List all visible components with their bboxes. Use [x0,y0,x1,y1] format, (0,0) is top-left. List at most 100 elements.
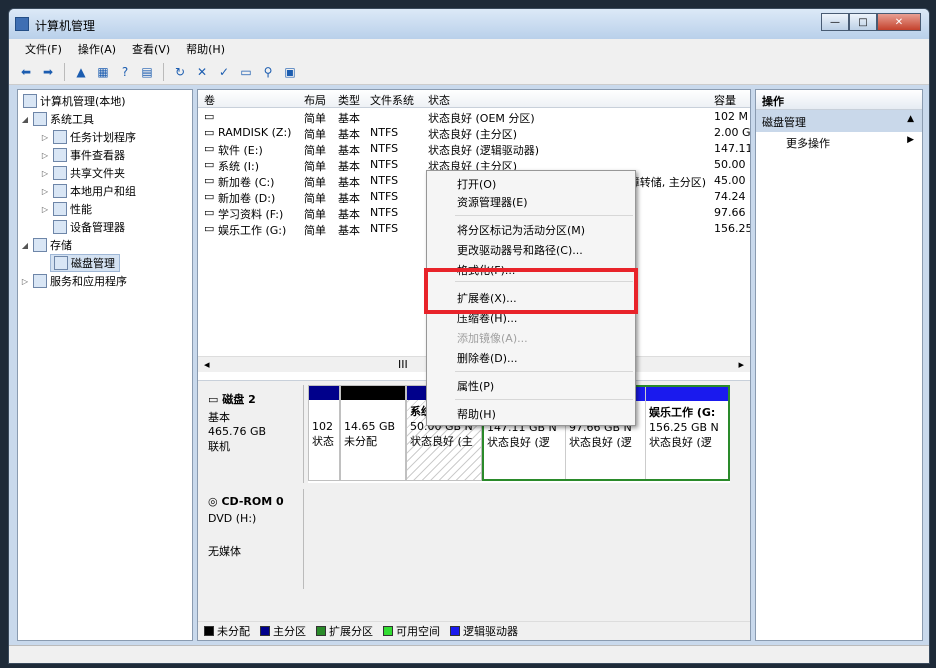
tools-icon [33,112,47,126]
users-icon [53,184,67,198]
actions-pane: 操作 磁盘管理 ▲ 更多操作 ▶ [755,89,923,641]
scroll-thumb[interactable]: III [398,358,408,371]
menu-file[interactable]: 文件(F) [17,41,70,57]
clock-icon [53,130,67,144]
cdrom-icon: ◎ [208,495,222,508]
navigation-tree: 计算机管理(本地) ◢ 系统工具 ▷ 任务计划程序 ▷ 事件查看器 ▷ 共享文件夹 ▷ 本… [17,89,193,641]
show-hide-tree-icon[interactable]: ▦ [94,63,112,81]
partition-oem[interactable]: 102 状态 [308,385,340,481]
drive-icon: ▭ [204,206,215,219]
legend-item: 未分配 [204,623,250,639]
drive-icon: ▭ [204,174,215,187]
menu-change-drive-letter[interactable]: 更改驱动器号和路径(C)... [457,241,583,259]
tree-item-local-users[interactable]: ▷ 本地用户和组 [40,182,136,200]
scroll-left-icon[interactable]: ◂ [204,358,210,371]
tree-item-storage[interactable]: ◢ 存储 [20,236,72,254]
drive-icon: ▭ [204,222,215,235]
status-bar [9,645,929,663]
minimize-button[interactable]: — [821,13,849,31]
expand-arrow-icon[interactable]: ▷ [40,187,50,196]
device-manager-icon [53,220,67,234]
legend-item: 可用空间 [383,623,440,639]
search-icon[interactable]: ⚲ [259,63,277,81]
delete-icon[interactable]: ✕ [193,63,211,81]
partition-unallocated[interactable]: 14.65 GB 未分配 [340,385,406,481]
menu-delete-volume[interactable]: 删除卷(D)... [457,349,518,367]
forward-arrow-icon[interactable]: ➡ [39,63,57,81]
more-actions[interactable]: 更多操作 ▶ [756,132,922,152]
performance-icon [53,202,67,216]
menu-view[interactable]: 查看(V) [124,41,178,57]
col-filesystem[interactable]: 文件系统 [370,92,414,108]
maximize-button[interactable]: □ [849,13,877,31]
toolbar: ⬅ ➡ ▲ ▦ ? ▤ ↻ ✕ ✓ ▭ ⚲ ▣ [9,59,929,85]
col-volume[interactable]: 卷 [204,92,215,108]
drive-icon: ▭ [204,158,215,171]
scroll-right-icon[interactable]: ▸ [738,358,744,371]
tree-item-system-tools[interactable]: ◢ 系统工具 [20,110,94,128]
menu-help[interactable]: 帮助(H) [178,41,233,57]
show-action-pane-icon[interactable]: ▤ [138,63,156,81]
expand-arrow-icon[interactable]: ▷ [40,205,50,214]
legend-item: 逻辑驱动器 [450,623,518,639]
table-row[interactable]: ▭ 简单 基本 状态良好 (OEM 分区) 102 M [198,109,750,125]
tree-item-root[interactable]: 计算机管理(本地) [20,92,126,110]
menu-explorer[interactable]: 资源管理器(E) [457,193,528,211]
open-folder-icon[interactable]: ▭ [237,63,255,81]
highlight-box [424,268,638,314]
disk-management-icon [54,256,68,270]
help-icon[interactable]: ? [116,63,134,81]
expand-arrow-icon[interactable]: ▷ [40,151,50,160]
cdrom-label[interactable]: ◎ CD-ROM 0 DVD (H:) 无媒体 [202,489,304,589]
legend: 未分配 主分区 扩展分区 可用空间 逻辑驱动器 [198,621,750,639]
up-folder-icon[interactable]: ▲ [72,63,90,81]
drive-icon: ▭ [204,126,215,139]
menu-help[interactable]: 帮助(H) [457,405,496,423]
menu-open[interactable]: 打开(O) [457,175,496,193]
menu-properties[interactable]: 属性(P) [457,377,494,395]
collapse-arrow-icon[interactable]: ◢ [20,241,30,250]
actions-section-disk-management[interactable]: 磁盘管理 ▲ [756,110,922,132]
tree-item-event-viewer[interactable]: ▷ 事件查看器 [40,146,125,164]
volume-list-header: 卷 布局 类型 文件系统 状态 容量 [198,90,750,108]
tree-item-performance[interactable]: ▷ 性能 [40,200,92,218]
menu-action[interactable]: 操作(A) [70,41,124,57]
table-row[interactable]: ▭ 软件 (E:) 简单 基本 NTFS 状态良好 (逻辑驱动器) 147.11 [198,141,750,157]
refresh-icon[interactable]: ↻ [171,63,189,81]
menu-mark-active[interactable]: 将分区标记为活动分区(M) [457,221,585,239]
tree-item-shared-folders[interactable]: ▷ 共享文件夹 [40,164,125,182]
window-title: 计算机管理 [35,19,96,33]
shared-folder-icon [53,166,67,180]
chevron-right-icon: ▶ [907,135,914,145]
table-row[interactable]: ▭ RAMDISK (Z:) 简单 基本 NTFS 状态良好 (主分区) 2.00 G [198,125,750,141]
check-icon[interactable]: ✓ [215,63,233,81]
actions-header: 操作 [756,90,922,110]
back-arrow-icon[interactable]: ⬅ [17,63,35,81]
computer-icon [23,94,37,108]
collapse-arrow-icon[interactable]: ◢ [20,115,30,124]
properties-icon[interactable]: ▣ [281,63,299,81]
event-log-icon [53,148,67,162]
expand-arrow-icon[interactable]: ▷ [20,277,30,286]
tree-item-device-manager[interactable]: 设备管理器 [50,218,125,236]
menu-bar: 文件(F) 操作(A) 查看(V) 帮助(H) [9,39,929,59]
expand-arrow-icon[interactable]: ▷ [40,169,50,178]
col-status[interactable]: 状态 [428,92,450,108]
col-capacity[interactable]: 容量 [714,92,736,108]
close-button[interactable]: ✕ [877,13,921,31]
watermark-logo: Bai du 经验 [758,594,913,624]
col-type[interactable]: 类型 [338,92,360,108]
disk-2-label[interactable]: ▭ 磁盘 2 基本 465.76 GB 联机 [202,385,304,483]
legend-item: 主分区 [260,623,306,639]
drive-icon: ▭ [204,142,215,155]
tree-item-disk-management[interactable]: 磁盘管理 [50,254,120,272]
drive-icon: ▭ [204,190,215,203]
col-layout[interactable]: 布局 [304,92,326,108]
drive-icon: ▭ [204,110,215,123]
partition-logical-3[interactable]: 娱乐工作 (G: 156.25 GB N 状态良好 (逻 [646,387,728,479]
expand-arrow-icon[interactable]: ▷ [40,133,50,142]
collapse-up-icon[interactable]: ▲ [907,114,914,124]
tree-item-task-scheduler[interactable]: ▷ 任务计划程序 [40,128,136,146]
legend-item: 扩展分区 [316,623,373,639]
tree-item-services[interactable]: ▷ 服务和应用程序 [20,272,127,290]
